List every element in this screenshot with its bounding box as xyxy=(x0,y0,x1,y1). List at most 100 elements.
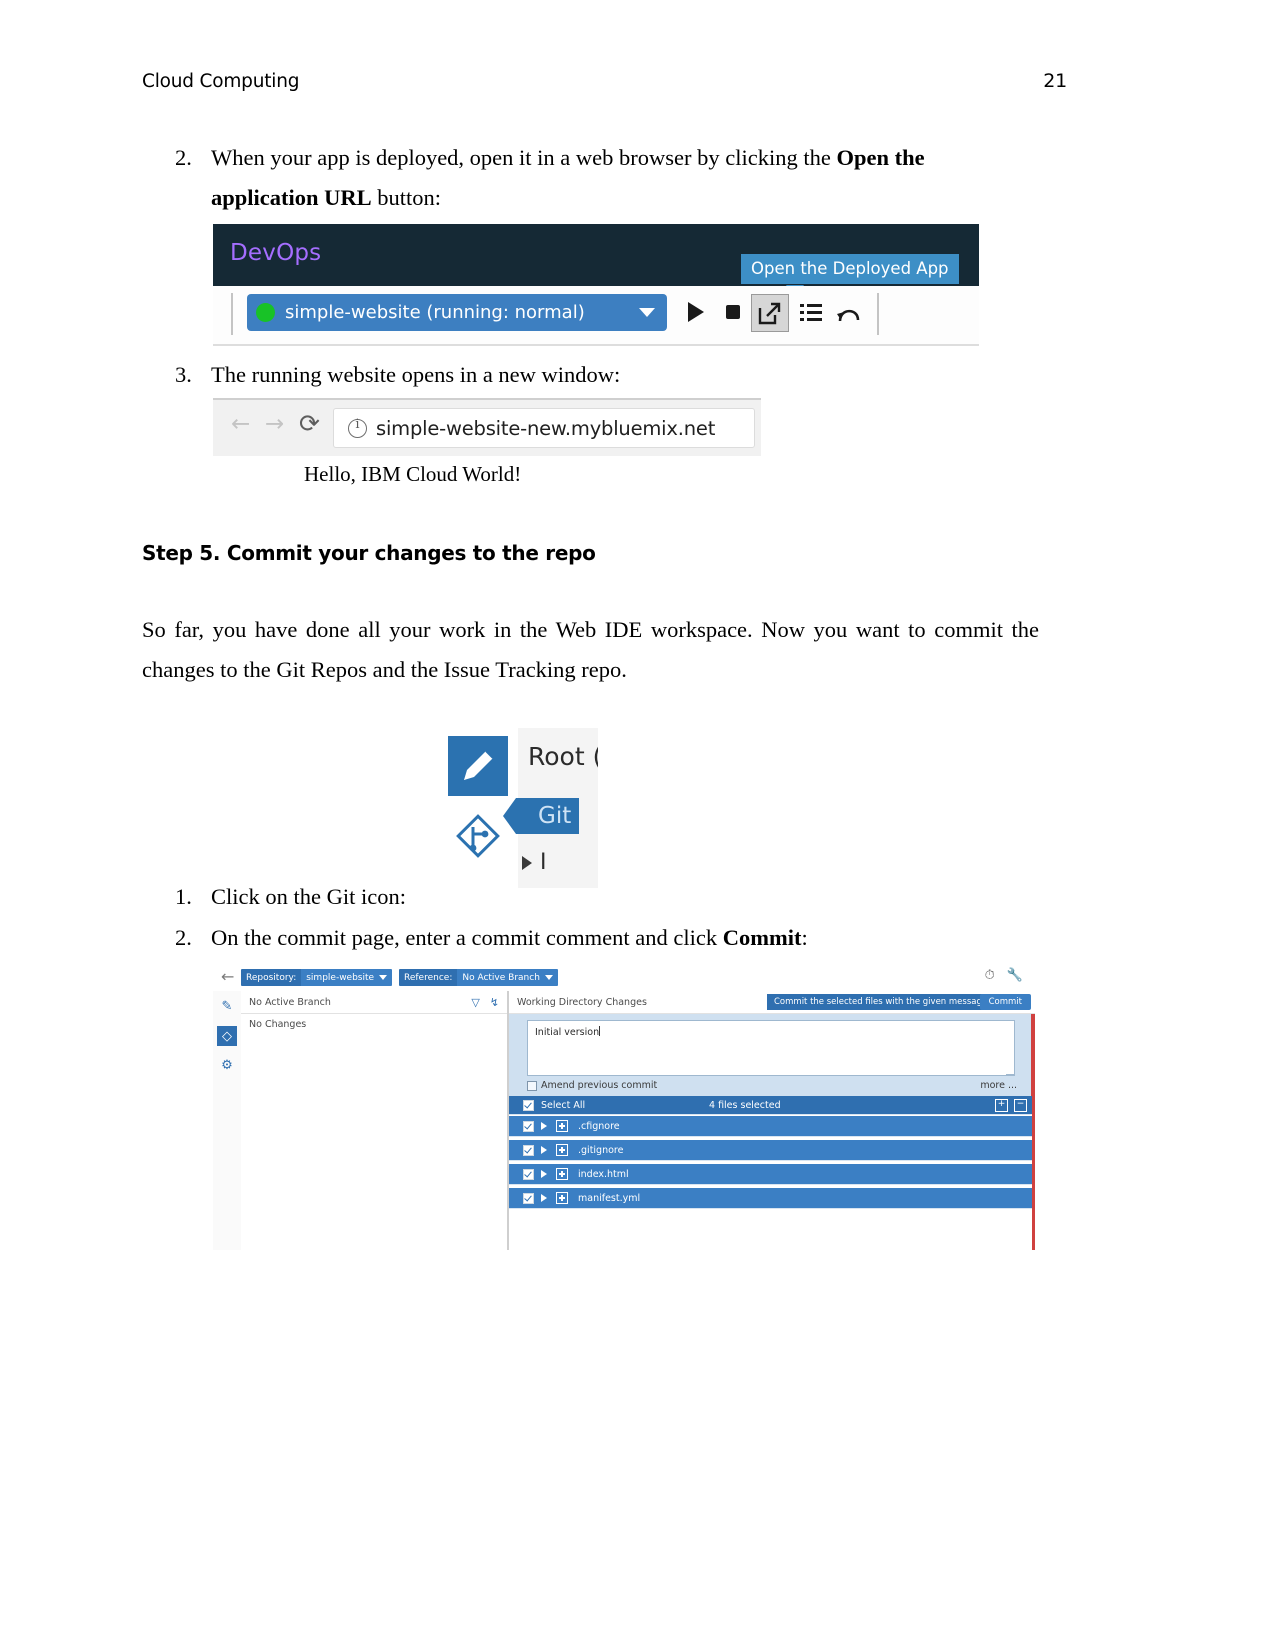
back-icon[interactable]: ← xyxy=(221,969,234,985)
step2-text-after: button: xyxy=(371,185,442,210)
history-icon[interactable]: ⏱ xyxy=(985,968,995,983)
status-dot-icon xyxy=(256,303,275,322)
file-name: .cfignore xyxy=(578,1120,620,1132)
url-text: simple-website-new.mybluemix.net xyxy=(376,416,716,440)
commit-message-zone: Initial version Amend previous commit mo… xyxy=(509,1014,1035,1096)
expand-triangle-icon[interactable] xyxy=(522,855,532,870)
file-row[interactable]: .cfignore xyxy=(509,1116,1035,1137)
file-added-icon xyxy=(556,1168,568,1180)
list-item: 2. When your app is deployed, open it in… xyxy=(175,138,1035,218)
ide-top-right-icons: ⏱ 🔧 xyxy=(985,968,1023,983)
step-bold: Commit xyxy=(722,925,802,950)
vertical-scrollbar[interactable] xyxy=(1032,1096,1035,1250)
list-item-text: The running website opens in a new windo… xyxy=(211,362,621,387)
ide-activity-rail: ✎ ◇ ⚙ xyxy=(213,991,241,1250)
file-row[interactable]: manifest.yml xyxy=(509,1188,1035,1209)
amend-checkbox[interactable] xyxy=(527,1080,537,1091)
step-text-before: On the commit page, enter a commit comme… xyxy=(211,925,723,950)
select-all-label: Select All xyxy=(541,1099,586,1111)
amend-label: Amend previous commit xyxy=(541,1080,658,1091)
expand-triangle-icon[interactable] xyxy=(541,1194,547,1202)
app-selector-dropdown[interactable]: simple-website (running: normal) xyxy=(247,294,667,331)
devops-action-toolbar: simple-website (running: normal) xyxy=(213,286,979,346)
branch-icon[interactable]: ↯ xyxy=(490,996,499,1009)
commit-message-value: Initial version xyxy=(535,1027,600,1038)
file-checkbox[interactable] xyxy=(523,1192,534,1204)
funnel-icon[interactable]: ▽ xyxy=(471,996,479,1009)
file-name: index.html xyxy=(578,1168,629,1180)
url-input[interactable]: simple-website-new.mybluemix.net xyxy=(333,408,755,448)
file-added-icon xyxy=(556,1144,568,1156)
pencil-icon[interactable] xyxy=(448,736,508,796)
list-item-number: 1. xyxy=(175,884,192,909)
restart-icon[interactable] xyxy=(835,298,863,326)
step-text-after: : xyxy=(801,925,808,950)
settings-icon[interactable]: ⚙ xyxy=(221,1058,233,1073)
expand-all-icon[interactable]: + xyxy=(995,1098,1008,1112)
commit-message-input[interactable]: Initial version xyxy=(527,1020,1015,1076)
stop-icon[interactable] xyxy=(719,298,747,326)
textarea-resize-handle[interactable] xyxy=(1006,1066,1015,1075)
breadcrumb-repository-value[interactable]: simple-website xyxy=(301,969,393,986)
list-item-text: On the commit page, enter a commit comme… xyxy=(211,918,1035,958)
devops-brand-label: DevOps xyxy=(230,240,322,266)
breadcrumb-reference[interactable]: Reference: No Active Branch xyxy=(399,969,558,986)
file-checkbox[interactable] xyxy=(523,1144,534,1156)
file-checkbox[interactable] xyxy=(523,1168,534,1180)
open-external-icon[interactable] xyxy=(755,300,783,328)
branch-panel-empty-state: No Changes xyxy=(249,1019,307,1030)
commit-button[interactable]: Commit xyxy=(979,994,1031,1010)
working-directory-panel: Working Directory Changes Commit the sel… xyxy=(509,991,1035,1250)
git-tooltip-label: Git xyxy=(538,803,572,829)
app-selector-label: simple-website (running: normal) xyxy=(285,302,585,323)
list-item: 2. On the commit page, enter a commit co… xyxy=(175,918,1035,958)
panel-right-edge-marker xyxy=(1031,1014,1035,1096)
git-icon[interactable]: ◇ xyxy=(217,1026,237,1046)
breadcrumb-reference-value[interactable]: No Active Branch xyxy=(457,969,558,986)
more-link[interactable]: more ... xyxy=(980,1080,1017,1091)
list-item-number: 2. xyxy=(175,925,192,950)
git-icon-screenshot: Root ( Git I xyxy=(444,728,598,888)
play-icon[interactable] xyxy=(681,298,709,326)
file-added-icon xyxy=(556,1120,568,1132)
tree-item[interactable]: I xyxy=(522,850,547,875)
file-checkbox[interactable] xyxy=(523,1120,534,1132)
git-icon[interactable] xyxy=(454,812,502,860)
file-added-icon xyxy=(556,1192,568,1204)
select-all-icons: + − xyxy=(995,1098,1027,1112)
select-all-checkbox[interactable] xyxy=(523,1099,534,1111)
pencil-icon[interactable]: ✎ xyxy=(222,999,233,1014)
root-folder-label: Root ( xyxy=(528,742,598,771)
header-document-title: Cloud Computing xyxy=(142,71,300,92)
back-icon[interactable]: ← xyxy=(231,413,250,436)
forward-icon[interactable]: → xyxy=(265,413,284,436)
reference-name: No Active Branch xyxy=(462,972,540,983)
working-directory-header: Working Directory Changes Commit the sel… xyxy=(509,991,1035,1014)
expand-triangle-icon[interactable] xyxy=(541,1146,547,1154)
toolbar-divider-left xyxy=(231,293,233,335)
repository-name: simple-website xyxy=(306,972,375,983)
expand-triangle-icon[interactable] xyxy=(541,1122,547,1130)
list-item-number: 2. xyxy=(175,145,192,170)
ide-top-toolbar: ← Repository: simple-website Reference: … xyxy=(213,964,1035,991)
select-all-row[interactable]: Select All 4 files selected + − xyxy=(509,1096,1035,1115)
wrench-icon[interactable]: 🔧 xyxy=(1007,968,1023,983)
list-icon[interactable] xyxy=(797,298,825,326)
branch-panel-header: No Active Branch ▽ ↯ xyxy=(241,991,507,1014)
file-name: manifest.yml xyxy=(578,1192,641,1204)
chevron-down-icon xyxy=(639,308,655,317)
expand-triangle-icon[interactable] xyxy=(541,1170,547,1178)
page-number: 21 xyxy=(1043,70,1067,92)
git-tooltip: Git xyxy=(502,798,580,834)
list-item-text: When your app is deployed, open it in a … xyxy=(211,138,1035,218)
files-selected-count: 4 files selected xyxy=(709,1099,781,1111)
breadcrumb-repository-key: Repository: xyxy=(241,969,302,986)
chevron-down-icon xyxy=(379,975,388,980)
list-item-number: 3. xyxy=(175,362,192,387)
collapse-all-icon[interactable]: − xyxy=(1014,1098,1027,1112)
file-row[interactable]: index.html xyxy=(509,1164,1035,1185)
site-info-icon[interactable] xyxy=(348,417,367,438)
breadcrumb-repository[interactable]: Repository: simple-website xyxy=(241,969,393,986)
reload-icon[interactable]: ⟳ xyxy=(299,411,320,436)
file-row[interactable]: .gitignore xyxy=(509,1140,1035,1161)
